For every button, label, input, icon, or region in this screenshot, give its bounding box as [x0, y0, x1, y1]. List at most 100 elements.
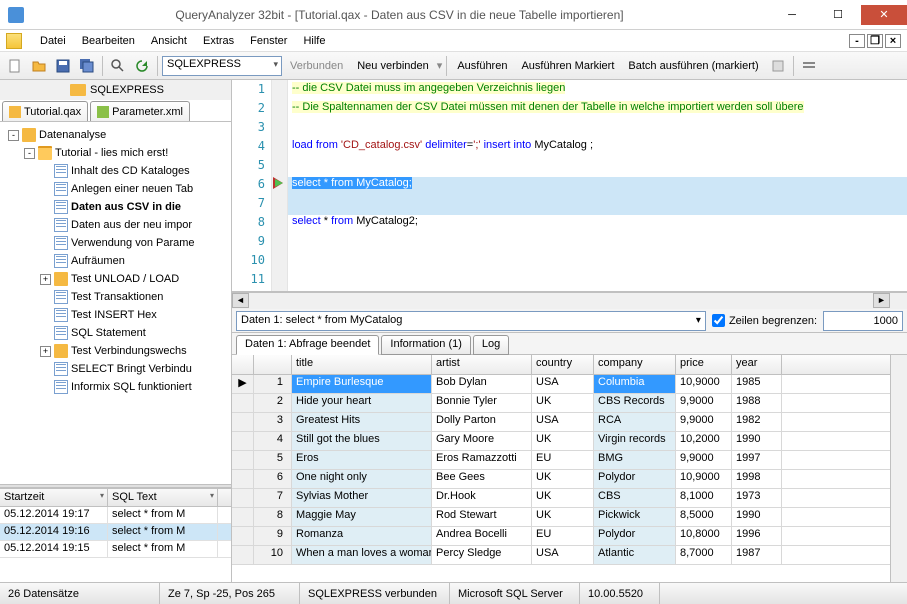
menubar: DateiBearbeitenAnsichtExtrasFensterHilfe… [0, 30, 907, 52]
breakpoint-gutter[interactable] [272, 80, 288, 291]
editor-hscroll[interactable]: ◄► [232, 292, 907, 309]
table-row[interactable]: 8Maggie MayRod StewartUKPickwick8,500019… [232, 508, 890, 527]
window-title: QueryAnalyzer 32bit - [Tutorial.qax - Da… [30, 8, 769, 22]
menu-datei[interactable]: Datei [32, 33, 74, 49]
page-icon [54, 218, 68, 232]
project-tab[interactable]: Tutorial.qax [2, 101, 88, 121]
batch-execute-button[interactable]: Batch ausführen (markiert) [622, 60, 764, 72]
tree-node[interactable]: SELECT Bringt Verbindu [2, 360, 229, 378]
tree-node[interactable]: -Datenanalyse [2, 126, 229, 144]
grid-header[interactable]: country [532, 355, 594, 374]
result-grid[interactable]: titleartistcountrycompanypriceyear ▶1Emp… [232, 355, 907, 582]
new-connect-button[interactable]: Neu verbinden [351, 60, 435, 72]
connection-header: SQLEXPRESS [0, 80, 231, 100]
close-button[interactable]: ✕ [861, 5, 907, 25]
history-row[interactable]: 05.12.2014 19:15select * from M [0, 541, 231, 558]
table-row[interactable]: 2Hide your heartBonnie TylerUKCBS Record… [232, 394, 890, 413]
table-row[interactable]: 6One night onlyBee GeesUKPolydor10,90001… [232, 470, 890, 489]
tree-node[interactable]: Informix SQL funktioniert [2, 378, 229, 396]
open-file-button[interactable] [28, 55, 50, 77]
menu-fenster[interactable]: Fenster [242, 33, 295, 49]
new-file-button[interactable] [4, 55, 26, 77]
maximize-button[interactable]: ☐ [815, 5, 861, 25]
grid-header[interactable]: year [732, 355, 782, 374]
execute-marked-button[interactable]: Ausführen Markiert [515, 60, 620, 72]
tree-node[interactable]: Inhalt des CD Kataloges [2, 162, 229, 180]
project-tabs: Tutorial.qaxParameter.xml [0, 100, 231, 122]
result-tab[interactable]: Daten 1: Abfrage beendet [236, 335, 379, 355]
page-icon [54, 254, 68, 268]
tree-expander[interactable]: - [24, 148, 35, 159]
history-row[interactable]: 05.12.2014 19:17select * from M [0, 507, 231, 524]
tree-node[interactable]: +Test Verbindungswechs [2, 342, 229, 360]
mdi-minimize[interactable]: - [849, 34, 865, 48]
history-panel: Startzeit SQL Text 05.12.2014 19:17selec… [0, 488, 231, 582]
titlebar: QueryAnalyzer 32bit - [Tutorial.qax - Da… [0, 0, 907, 30]
tree-node[interactable]: Verwendung von Parame [2, 234, 229, 252]
status-records: 26 Datensätze [0, 583, 160, 604]
query-bar: Daten 1: select * from MyCatalog Zeilen … [232, 309, 907, 333]
table-row[interactable]: 10When a man loves a womanPercy SledgeUS… [232, 546, 890, 565]
code-area[interactable]: -- die CSV Datei muss im angegeben Verze… [288, 80, 907, 291]
tree-node[interactable]: +Test UNLOAD / LOAD [2, 270, 229, 288]
stop-button[interactable] [767, 55, 789, 77]
editor[interactable]: 1234567891011 -- die CSV Datei muss im a… [232, 80, 907, 292]
execute-button[interactable]: Ausführen [451, 60, 513, 72]
grid-header[interactable] [254, 355, 292, 374]
refresh-button[interactable] [131, 55, 153, 77]
page-icon [54, 182, 68, 196]
table-row[interactable]: 4Still got the bluesGary MooreUKVirgin r… [232, 432, 890, 451]
menu-extras[interactable]: Extras [195, 33, 242, 49]
tree-view[interactable]: -Datenanalyse-Tutorial - lies mich erst!… [0, 122, 231, 462]
tree-expander[interactable]: - [8, 130, 19, 141]
mdi-restore[interactable]: ❐ [867, 34, 883, 48]
grid-header[interactable]: artist [432, 355, 532, 374]
tree-expander[interactable]: + [40, 274, 51, 285]
status-version: 10.00.5520 [580, 583, 660, 604]
table-row[interactable]: 9RomanzaAndrea BocelliEUPolydor10,800019… [232, 527, 890, 546]
menu-ansicht[interactable]: Ansicht [143, 33, 195, 49]
table-row[interactable]: 3Greatest HitsDolly PartonUSARCA9,900019… [232, 413, 890, 432]
query-combo[interactable]: Daten 1: select * from MyCatalog [236, 311, 706, 331]
tree-expander[interactable]: + [40, 346, 51, 357]
home-icon [9, 106, 21, 118]
save-all-button[interactable] [76, 55, 98, 77]
toolbar-extra-button[interactable] [798, 55, 820, 77]
page-icon [54, 380, 68, 394]
limit-checkbox[interactable]: Zeilen begrenzen: [712, 314, 817, 327]
table-row[interactable]: 7Sylvias MotherDr.HookUKCBS8,10001973 [232, 489, 890, 508]
mdi-close[interactable]: × [885, 34, 901, 48]
save-button[interactable] [52, 55, 74, 77]
connection-combo[interactable]: SQLEXPRESS [162, 56, 282, 76]
page-icon [54, 236, 68, 250]
table-row[interactable]: ▶1Empire BurlesqueBob DylanUSAColumbia10… [232, 375, 890, 394]
result-tabs: Daten 1: Abfrage beendetInformation (1)L… [232, 333, 907, 355]
grid-header[interactable] [232, 355, 254, 374]
tree-node[interactable]: Test Transaktionen [2, 288, 229, 306]
result-tab[interactable]: Log [473, 335, 509, 355]
project-tab[interactable]: Parameter.xml [90, 101, 190, 121]
menu-bearbeiten[interactable]: Bearbeiten [74, 33, 143, 49]
history-row[interactable]: 05.12.2014 19:16select * from M [0, 524, 231, 541]
limit-input[interactable] [823, 311, 903, 331]
tree-node[interactable]: Test INSERT Hex [2, 306, 229, 324]
menu-hilfe[interactable]: Hilfe [295, 33, 333, 49]
tree-node[interactable]: Daten aus CSV in die [2, 198, 229, 216]
result-tab[interactable]: Information (1) [381, 335, 471, 355]
sidebar: SQLEXPRESS Tutorial.qaxParameter.xml -Da… [0, 80, 232, 582]
tree-node[interactable]: Daten aus der neu impor [2, 216, 229, 234]
history-header-sql[interactable]: SQL Text [108, 489, 218, 506]
table-row[interactable]: 5ErosEros RamazzottiEUBMG9,90001997 [232, 451, 890, 470]
tree-node[interactable]: SQL Statement [2, 324, 229, 342]
tree-node[interactable]: -Tutorial - lies mich erst! [2, 144, 229, 162]
tree-node[interactable]: Anlegen einer neuen Tab [2, 180, 229, 198]
grid-header[interactable]: price [676, 355, 732, 374]
minimize-button[interactable]: ─ [769, 5, 815, 25]
grid-header[interactable]: title [292, 355, 432, 374]
tree-node[interactable]: Aufräumen [2, 252, 229, 270]
grid-header[interactable]: company [594, 355, 676, 374]
history-header-time[interactable]: Startzeit [0, 489, 108, 506]
grid-vscroll[interactable] [890, 355, 907, 582]
search-button[interactable] [107, 55, 129, 77]
status-conn: SQLEXPRESS verbunden [300, 583, 450, 604]
